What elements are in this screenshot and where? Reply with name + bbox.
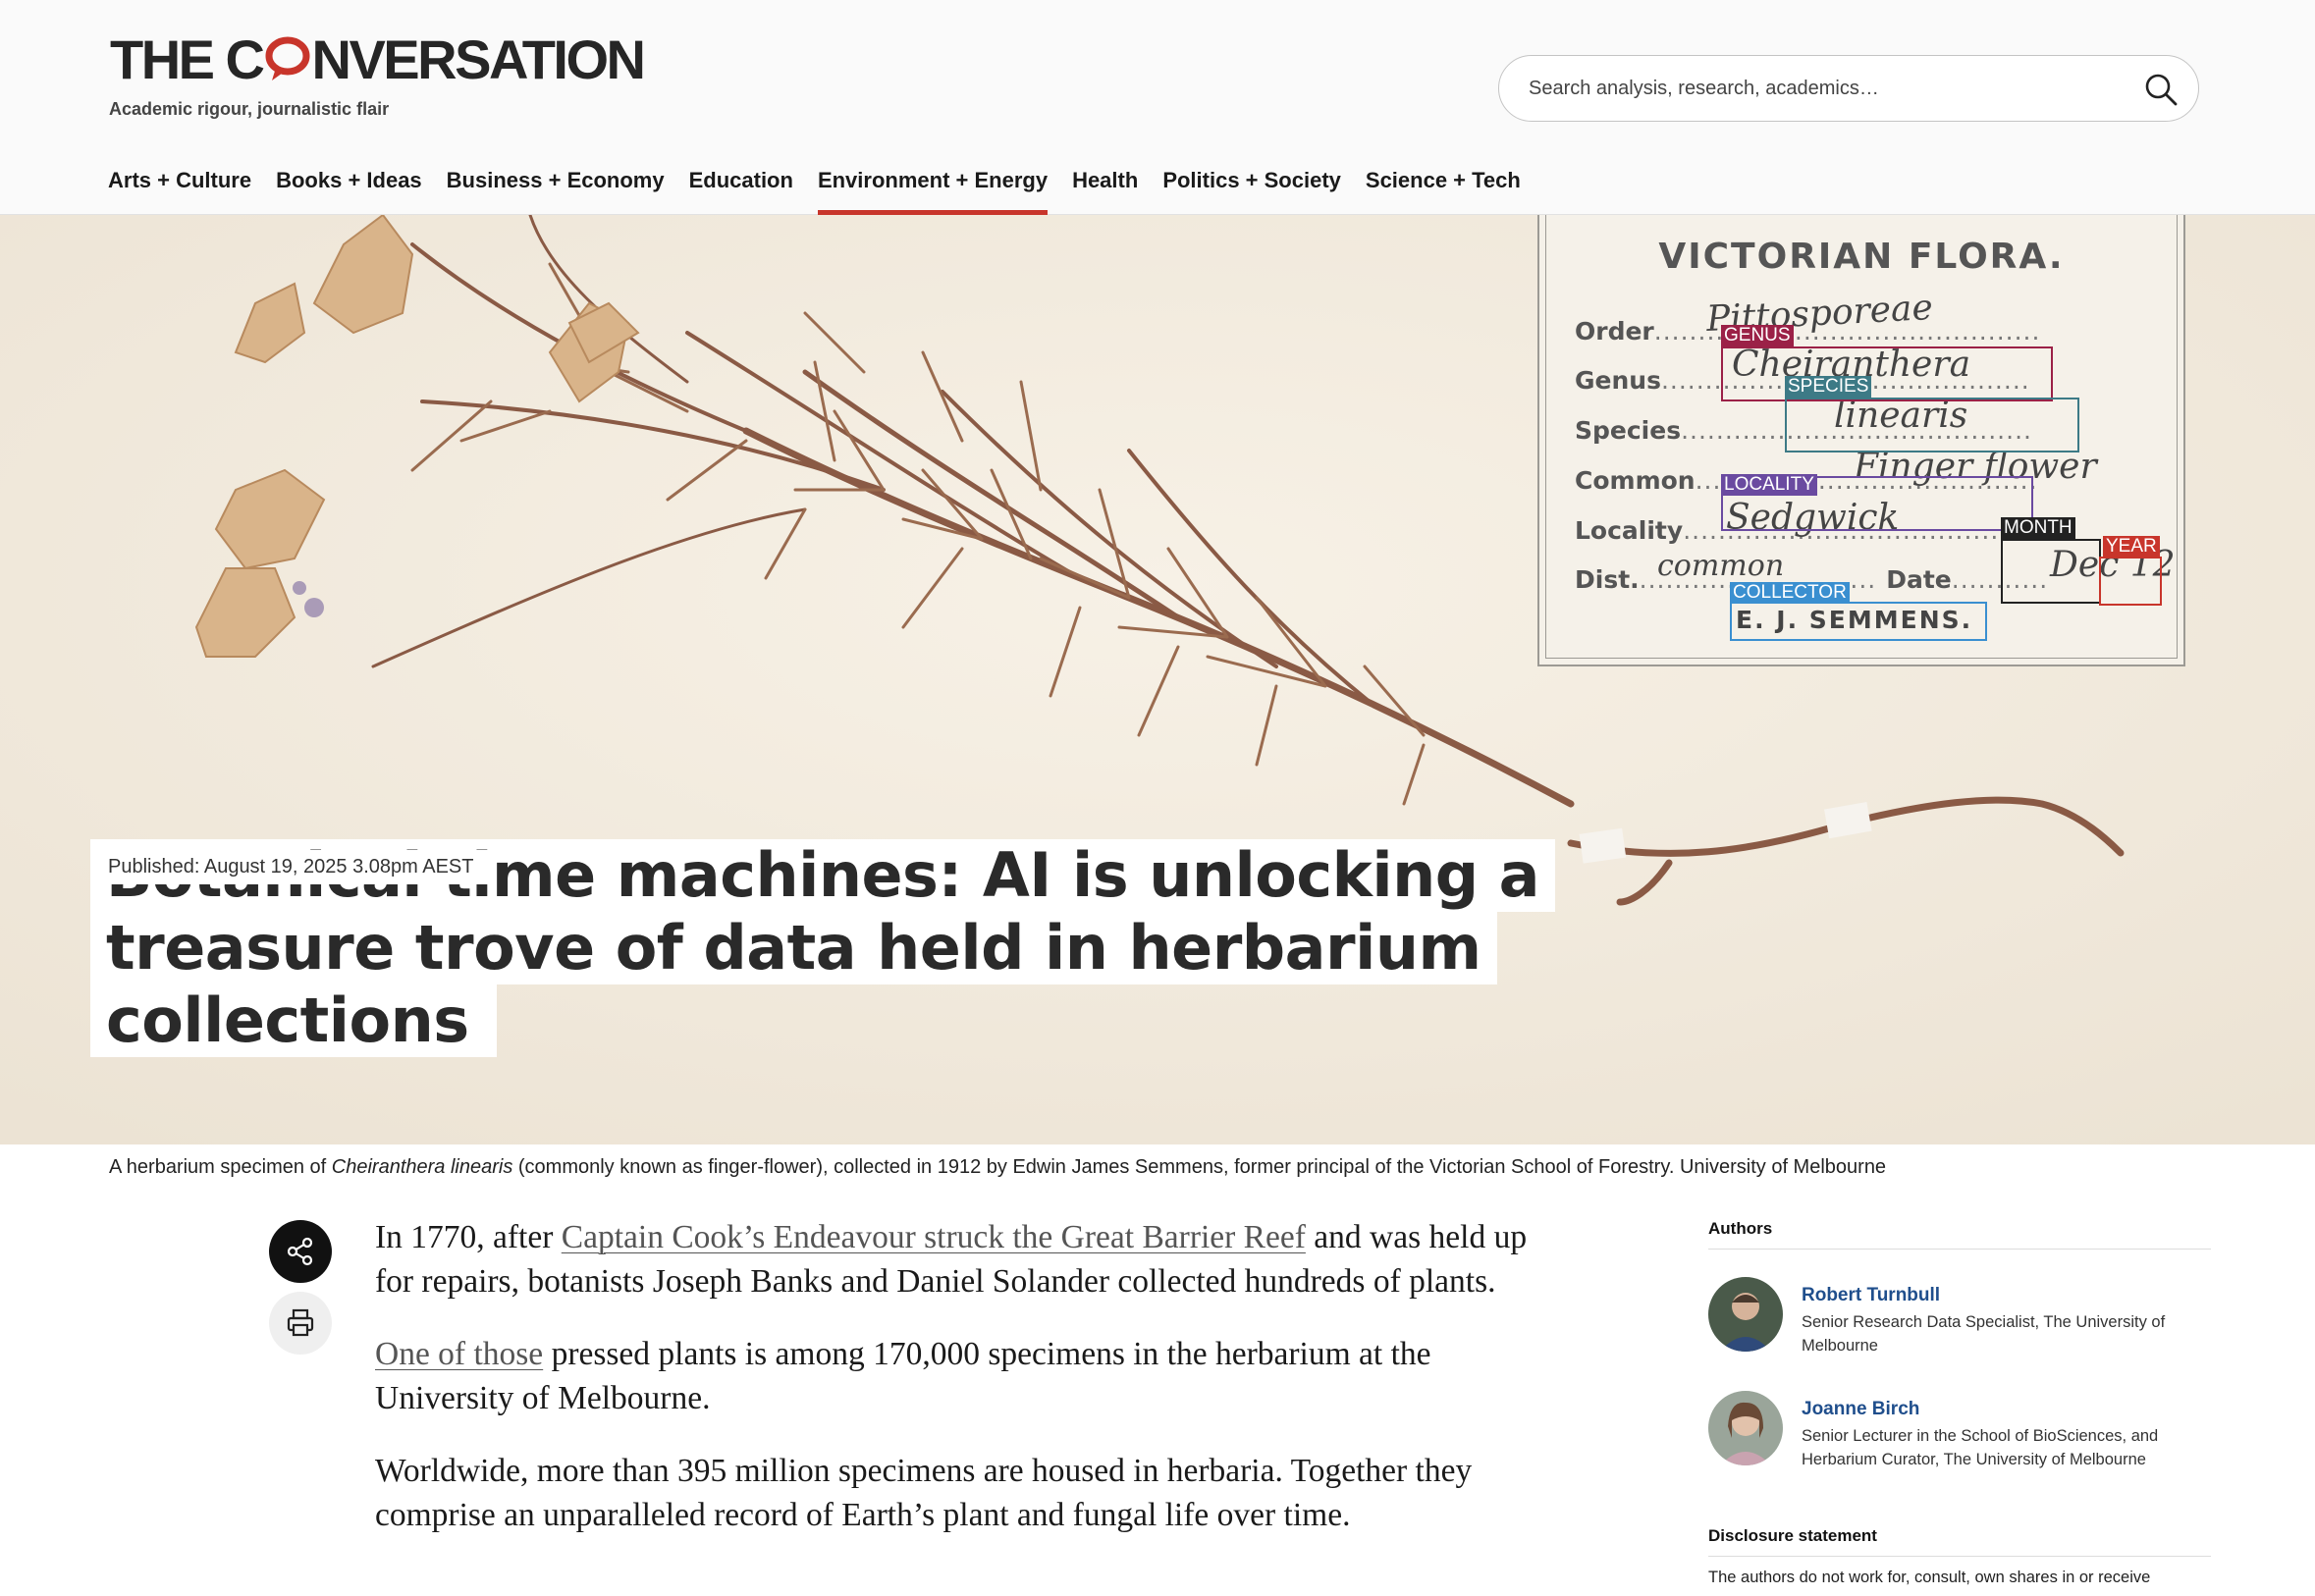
- section-nav: Arts + Culture Books + Ideas Business + …: [108, 165, 1545, 215]
- nav-item-health[interactable]: Health: [1072, 165, 1138, 215]
- search-input[interactable]: [1529, 70, 2098, 107]
- article-sidebar: Authors Robert Turnbull Senior Research …: [1708, 1219, 2211, 1587]
- article-paragraph: In 1770, after Captain Cook’s Endeavour …: [375, 1219, 1528, 1300]
- speech-bubble-icon: [264, 35, 311, 80]
- nav-item-education[interactable]: Education: [689, 165, 793, 215]
- specimen-label-card: VICTORIAN FLORA. Order..................…: [1537, 215, 2185, 666]
- tag-genus: GENUS: [1721, 325, 1794, 346]
- hero-image: VICTORIAN FLORA. Order..................…: [0, 215, 2315, 1144]
- share-button[interactable]: [269, 1220, 332, 1283]
- avatar[interactable]: [1708, 1277, 1783, 1352]
- species-box: [1785, 398, 2079, 452]
- published-date: Published: August 19, 2025 3.08pm AEST: [90, 850, 494, 884]
- article-paragraph: One of those pressed plants is among 170…: [375, 1336, 1431, 1416]
- year-box: [2099, 557, 2162, 606]
- author-name[interactable]: Joanne Birch: [1802, 1399, 1919, 1420]
- author-role: Senior Lecturer in the School of BioScie…: [1802, 1427, 2159, 1468]
- author-card: Robert Turnbull Senior Research Data Spe…: [1708, 1277, 2211, 1391]
- tag-month: MONTH: [2001, 517, 2075, 539]
- tag-collector: COLLECTOR: [1730, 582, 1850, 604]
- search-box[interactable]: [1498, 55, 2199, 122]
- collector-name: E. J. SEMMENS.: [1736, 606, 1973, 634]
- author-role: Senior Research Data Specialist, The Uni…: [1802, 1313, 2166, 1355]
- avatar[interactable]: [1708, 1391, 1783, 1465]
- link-one-of-those[interactable]: One of those: [375, 1336, 543, 1372]
- nav-item-books-ideas[interactable]: Books + Ideas: [276, 165, 422, 215]
- nav-item-environment-energy[interactable]: Environment + Energy: [817, 165, 1049, 215]
- site-tagline: Academic rigour, journalistic flair: [109, 99, 390, 119]
- print-icon: [287, 1308, 314, 1337]
- share-icon: [287, 1237, 313, 1266]
- headline-line-2: treasure trove of data held in herbarium: [90, 912, 1497, 984]
- article-paragraph: Worldwide, more than 395 million specime…: [375, 1453, 1473, 1533]
- site-logo[interactable]: THE C NVERSATION: [110, 28, 647, 90]
- print-button[interactable]: [269, 1292, 332, 1355]
- site-header: THE C NVERSATION Academic rigour, journal…: [0, 0, 2315, 215]
- nav-item-arts-culture[interactable]: Arts + Culture: [108, 165, 251, 215]
- logo-text-right: NVERSATION: [311, 28, 647, 90]
- genus-box: [1721, 346, 2053, 401]
- nav-item-politics-society[interactable]: Politics + Society: [1162, 165, 1341, 215]
- tag-year: YEAR: [2103, 536, 2160, 558]
- month-box: [2001, 539, 2101, 604]
- handwritten-dist: common: [1657, 549, 1785, 583]
- author-card: Joanne Birch Senior Lecturer in the Scho…: [1708, 1391, 2211, 1505]
- nav-item-business-economy[interactable]: Business + Economy: [447, 165, 665, 215]
- authors-heading: Authors: [1708, 1219, 2211, 1250]
- tag-locality: LOCALITY: [1721, 474, 1817, 496]
- search-icon[interactable]: [2143, 72, 2179, 107]
- author-name[interactable]: Robert Turnbull: [1802, 1285, 1940, 1306]
- tag-species: SPECIES: [1785, 376, 1872, 398]
- nav-item-science-tech[interactable]: Science + Tech: [1366, 165, 1521, 215]
- caption-species: Cheiranthera linearis: [331, 1156, 513, 1178]
- article-body: In 1770, after Captain Cook’s Endeavour …: [375, 1215, 1553, 1566]
- image-caption: A herbarium specimen of Cheiranthera lin…: [109, 1156, 1887, 1178]
- headline-line-3: collections: [90, 984, 497, 1057]
- disclosure-text: The authors do not work for, consult, ow…: [1708, 1569, 2151, 1586]
- label-card-title: VICTORIAN FLORA.: [1658, 237, 2065, 277]
- disclosure-heading: Disclosure statement: [1708, 1526, 2211, 1557]
- logo-text-left: THE C: [110, 28, 265, 90]
- link-endeavour-reef[interactable]: Captain Cook’s Endeavour struck the Grea…: [562, 1219, 1306, 1255]
